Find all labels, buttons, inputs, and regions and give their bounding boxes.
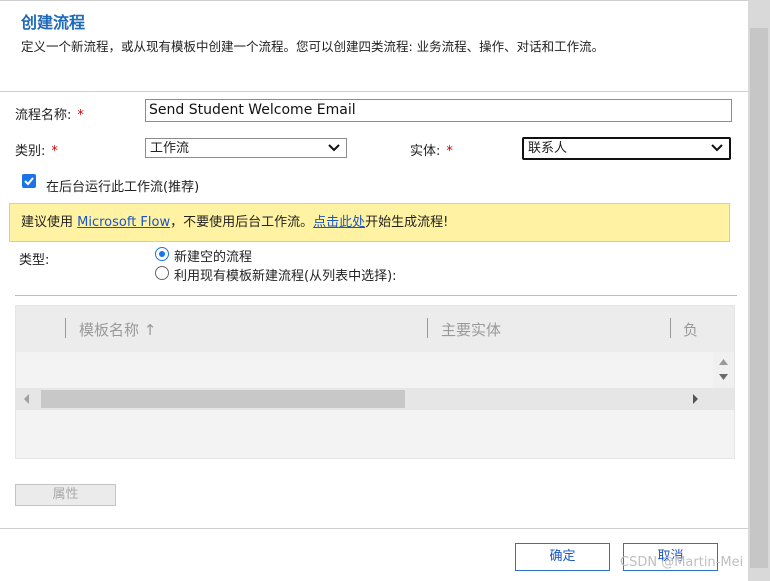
background-checkbox[interactable] [22, 174, 36, 188]
horizontal-scroll-thumb[interactable] [41, 390, 405, 408]
radio-from-template-label: 利用现有模板新建流程(从列表中选择): [174, 269, 397, 284]
scroll-arrows-icon [719, 359, 728, 380]
entity-select[interactable]: 联系人 [522, 137, 731, 160]
grid-vertical-scrollbar[interactable] [713, 352, 734, 388]
category-select[interactable]: 工作流 [145, 138, 347, 158]
ok-button[interactable]: 确定 [515, 543, 610, 571]
type-divider [15, 295, 737, 296]
process-name-input[interactable] [145, 99, 732, 122]
grid-header: 模板名称 ↑ 主要实体 负 [16, 306, 734, 352]
column-separator [670, 318, 671, 338]
microsoft-flow-link[interactable]: Microsoft Flow [77, 215, 170, 230]
grid-horizontal-scrollbar[interactable] [16, 388, 734, 410]
category-value: 工作流 [150, 141, 190, 156]
entity-label: 实体: * [410, 144, 453, 159]
create-process-dialog: 创建流程 定义一个新流程，或从现有模板中创建一个流程。您可以创建四类流程: 业务… [0, 0, 748, 581]
check-icon [24, 177, 34, 186]
required-mark: * [446, 144, 453, 159]
radio-from-template[interactable] [155, 266, 169, 280]
header-divider [0, 91, 748, 92]
click-here-link[interactable]: 点击此处 [313, 215, 365, 230]
entity-value: 联系人 [528, 141, 568, 156]
background-checkbox-label: 在后台运行此工作流(推荐) [46, 180, 200, 195]
template-grid: 模板名称 ↑ 主要实体 负 [15, 305, 735, 459]
type-label: 类型: [19, 253, 50, 268]
page-scroll-thumb[interactable] [750, 28, 768, 568]
chevron-down-icon [711, 144, 723, 152]
radio-new-blank-label: 新建空的流程 [174, 250, 253, 265]
required-mark: * [77, 108, 84, 123]
column-separator [427, 318, 428, 338]
column-separator [65, 318, 66, 338]
watermark: CSDN @Martin-Mei [620, 555, 744, 570]
scroll-left-icon[interactable] [22, 393, 30, 405]
column-template-name[interactable]: 模板名称 ↑ [79, 319, 156, 340]
properties-button[interactable]: 属性 [15, 484, 116, 506]
scroll-down-icon[interactable] [719, 374, 728, 380]
column-primary-entity[interactable]: 主要实体 [441, 319, 501, 340]
scroll-right-icon[interactable] [692, 393, 700, 405]
footer-divider [0, 528, 748, 529]
scroll-up-icon[interactable] [719, 359, 728, 365]
dialog-subtitle: 定义一个新流程，或从现有模板中创建一个流程。您可以创建四类流程: 业务流程、操作… [21, 39, 605, 54]
dialog-title: 创建流程 [21, 13, 86, 32]
required-mark: * [51, 144, 58, 159]
flow-recommendation-banner: 建议使用 Microsoft Flow，不要使用后台工作流。点击此处开始生成流程… [9, 203, 730, 242]
category-label: 类别: * [15, 144, 58, 159]
radio-new-blank[interactable] [155, 247, 169, 261]
process-name-label: 流程名称: * [15, 108, 84, 123]
chevron-down-icon [328, 144, 340, 152]
top-border [0, 0, 748, 1]
page-scrollbar[interactable] [748, 0, 770, 581]
column-owner[interactable]: 负 [683, 319, 698, 340]
